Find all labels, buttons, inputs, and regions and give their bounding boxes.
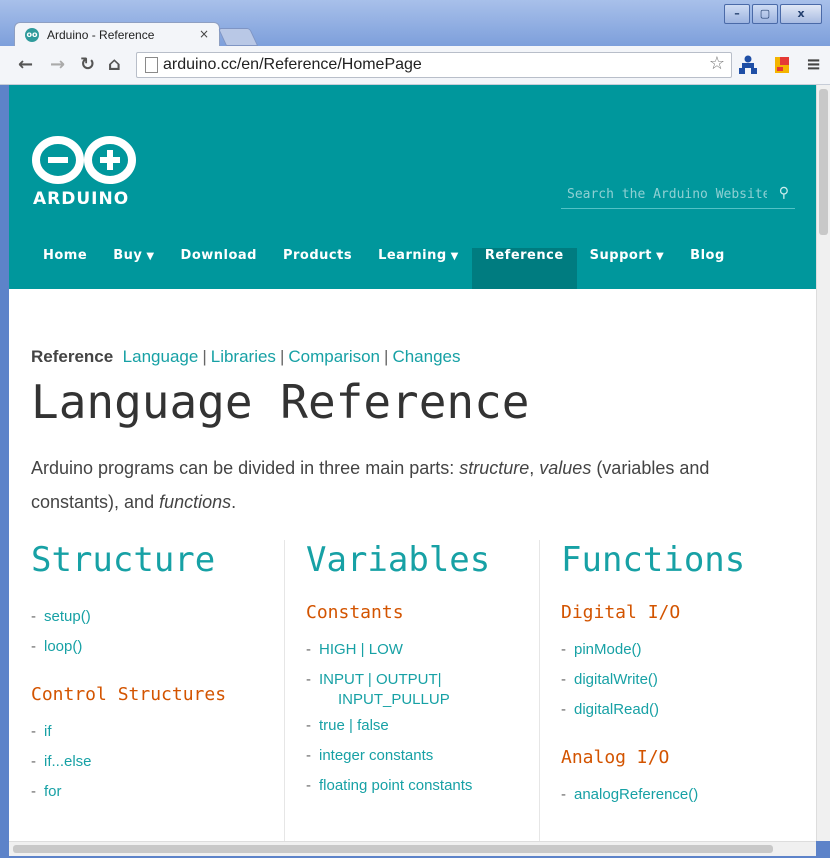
nav-buy[interactable]: Buy ▼ (100, 248, 167, 289)
list-item[interactable]: - integer constants (306, 741, 546, 771)
chevron-down-icon: ▼ (450, 251, 459, 262)
link-comparison[interactable]: Comparison (288, 347, 380, 366)
maximize-button[interactable]: ▢ (752, 4, 778, 24)
variables-heading: Variables (306, 540, 491, 580)
functions-column: Functions Digital I/O - pinMode() - digita… (561, 540, 801, 810)
list-item[interactable]: - for (31, 777, 271, 807)
list-item[interactable]: - pinMode() (561, 635, 801, 665)
constants-heading: Constants (306, 602, 404, 623)
window-controls: – ▢ x (724, 4, 822, 24)
list-item[interactable]: - true | false (306, 711, 546, 741)
browser-toolbar: ← → ↻ ⌂ arduino.cc/en/Reference/HomePage… (0, 46, 830, 85)
control-structures-heading: Control Structures (31, 684, 227, 705)
list-item[interactable]: - setup() (31, 602, 271, 632)
nav-home[interactable]: Home (9, 248, 100, 289)
link-language[interactable]: Language (123, 347, 199, 366)
horizontal-scrollbar[interactable] (9, 841, 816, 856)
tab-close-icon[interactable]: × (199, 27, 209, 41)
tab-title: Arduino - Reference (47, 28, 155, 42)
breadcrumb: Reference Language | Libraries | Comparison |… (31, 347, 461, 366)
list-item[interactable]: - analogReference() (561, 780, 801, 810)
list-item[interactable]: - loop() (31, 632, 271, 662)
nav-support[interactable]: Support ▼ (577, 248, 678, 289)
extension-people-icon[interactable] (738, 54, 758, 74)
arduino-favicon-icon: oo (25, 28, 39, 42)
nav-reference[interactable]: Reference (471, 248, 577, 289)
chrome-menu-icon[interactable]: ≡ (806, 54, 821, 75)
chevron-down-icon: ▼ (655, 251, 665, 262)
list-item[interactable]: - if (31, 717, 271, 747)
list-item[interactable]: - if...else (31, 747, 271, 777)
site-search[interactable]: ⚲ (561, 182, 795, 209)
nav-blog[interactable]: Blog (677, 248, 738, 289)
page-title: Language Reference (31, 375, 530, 429)
structure-heading: Structure (31, 540, 216, 580)
nav-download[interactable]: Download (168, 248, 270, 289)
browser-window: – ▢ x oo Arduino - Reference × ← → ↻ ⌂ a… (0, 0, 830, 858)
analog-io-heading: Analog I/O (561, 747, 670, 768)
main-nav: Home Buy ▼ Download Products Learning ▼ Re… (9, 248, 738, 289)
url-text[interactable]: arduino.cc/en/Reference/HomePage (163, 56, 422, 74)
list-item[interactable]: - HIGH | LOW (306, 635, 546, 665)
structure-column: Structure - setup() - loop() Control Struc… (31, 540, 271, 807)
scrollbar-thumb[interactable] (13, 845, 773, 853)
extension-puzzle-icon[interactable] (772, 54, 792, 74)
functions-heading: Functions (561, 540, 746, 580)
search-icon[interactable]: ⚲ (779, 185, 789, 201)
breadcrumb-current: Reference (31, 347, 114, 366)
page-viewport: ARDUINO ⚲ Home Buy▼ Download Products Le… (9, 85, 816, 841)
vertical-scrollbar[interactable] (816, 85, 830, 841)
bookmark-star-icon[interactable]: ☆ (709, 53, 725, 74)
link-changes[interactable]: Changes (392, 347, 460, 366)
chevron-down-icon: ▼ (146, 251, 155, 262)
column-divider (539, 540, 540, 841)
link-libraries[interactable]: Libraries (211, 347, 276, 366)
list-item[interactable]: - floating point constants (306, 771, 546, 801)
digital-io-heading: Digital I/O (561, 602, 681, 623)
arduino-logo-icon[interactable] (31, 135, 137, 185)
forward-arrow-icon[interactable]: → (50, 54, 65, 75)
list-item[interactable]: - digitalWrite() (561, 665, 801, 695)
nav-learning[interactable]: Learning ▼ (365, 248, 472, 289)
home-icon[interactable]: ⌂ (108, 54, 121, 75)
address-bar[interactable]: arduino.cc/en/Reference/HomePage ☆ (136, 52, 732, 78)
intro-text: Arduino programs can be divided in three… (31, 458, 710, 512)
site-header: ARDUINO ⚲ Home Buy▼ Download Products Le… (9, 85, 816, 289)
search-input[interactable] (565, 186, 769, 203)
reload-icon[interactable]: ↻ (80, 54, 95, 75)
scrollbar-thumb[interactable] (819, 89, 828, 235)
list-item[interactable]: - digitalRead() (561, 695, 801, 725)
column-divider (284, 540, 285, 841)
logo-text: ARDUINO (33, 189, 130, 209)
variables-column: Variables Constants - HIGH | LOW - INPUT |… (306, 540, 546, 801)
back-arrow-icon[interactable]: ← (18, 54, 33, 75)
minimize-button[interactable]: – (724, 4, 750, 24)
nav-products[interactable]: Products (270, 248, 365, 289)
browser-tab[interactable]: oo Arduino - Reference × (14, 22, 220, 47)
page-icon (145, 57, 158, 73)
list-item[interactable]: - INPUT | OUTPUT| INPUT_PULLUP (306, 665, 546, 711)
close-window-button[interactable]: x (780, 4, 822, 24)
